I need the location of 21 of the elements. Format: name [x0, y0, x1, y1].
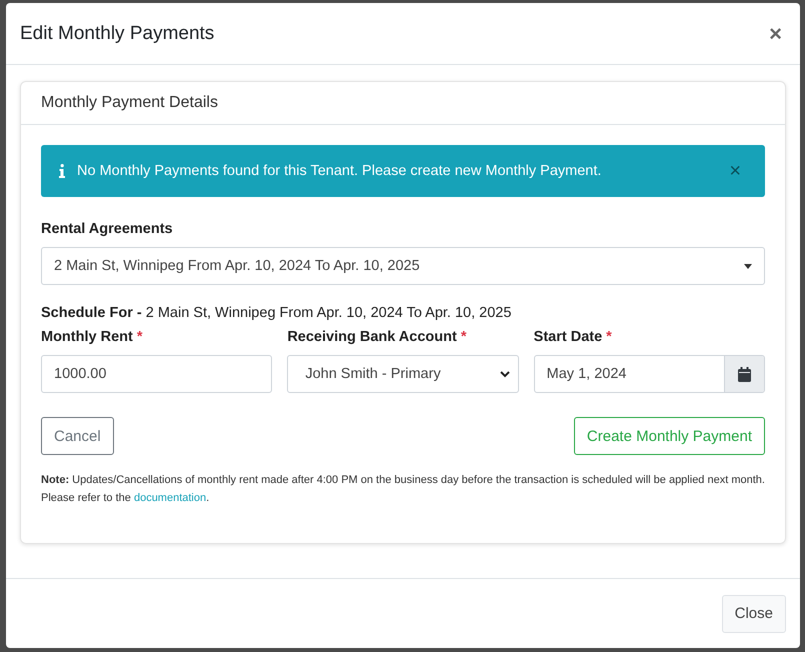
rental-agreement-select[interactable]: 2 Main St, Winnipeg From Apr. 10, 2024 To Apr. 10, 2025 — [41, 247, 765, 285]
note-text: Note: Updates/Cancellations of monthly rent made after 4:00 PM on the business day before the transaction is scheduled will be applied next month. Please refer to the documentation. — [41, 473, 765, 506]
close-button[interactable]: × — [765, 20, 786, 46]
required-mark: * — [136, 329, 142, 345]
rental-agreements-label: Rental Agreements — [41, 221, 174, 237]
field-label: Monthly Rent — [41, 329, 133, 345]
card-title: Monthly Payment Details — [21, 82, 785, 125]
modal-title: Edit Monthly Payments — [20, 22, 214, 44]
chevron-icon — [500, 370, 510, 378]
caret-icon — [744, 264, 752, 268]
cancel-button[interactable]: Cancel — [41, 417, 114, 455]
alert-message: No Monthly Payments found for this Tenant. Please create new Monthly Payment. — [77, 163, 602, 179]
close-footer-button[interactable]: Close — [722, 594, 786, 632]
field-label: Receiving Bank Account — [287, 329, 457, 345]
field-label: Start Date — [534, 329, 602, 345]
bank-account-select[interactable]: John Smith - Primary — [287, 355, 519, 393]
rent-input[interactable]: 1000.00 — [41, 355, 272, 393]
required-mark: * — [460, 329, 466, 345]
info-icon — [59, 164, 65, 178]
required-mark: * — [606, 329, 612, 345]
schedule-text: Schedule For - 2 Main St, Winnipeg From Apr. 10, 2024 To Apr. 10, 2025 — [41, 305, 512, 321]
